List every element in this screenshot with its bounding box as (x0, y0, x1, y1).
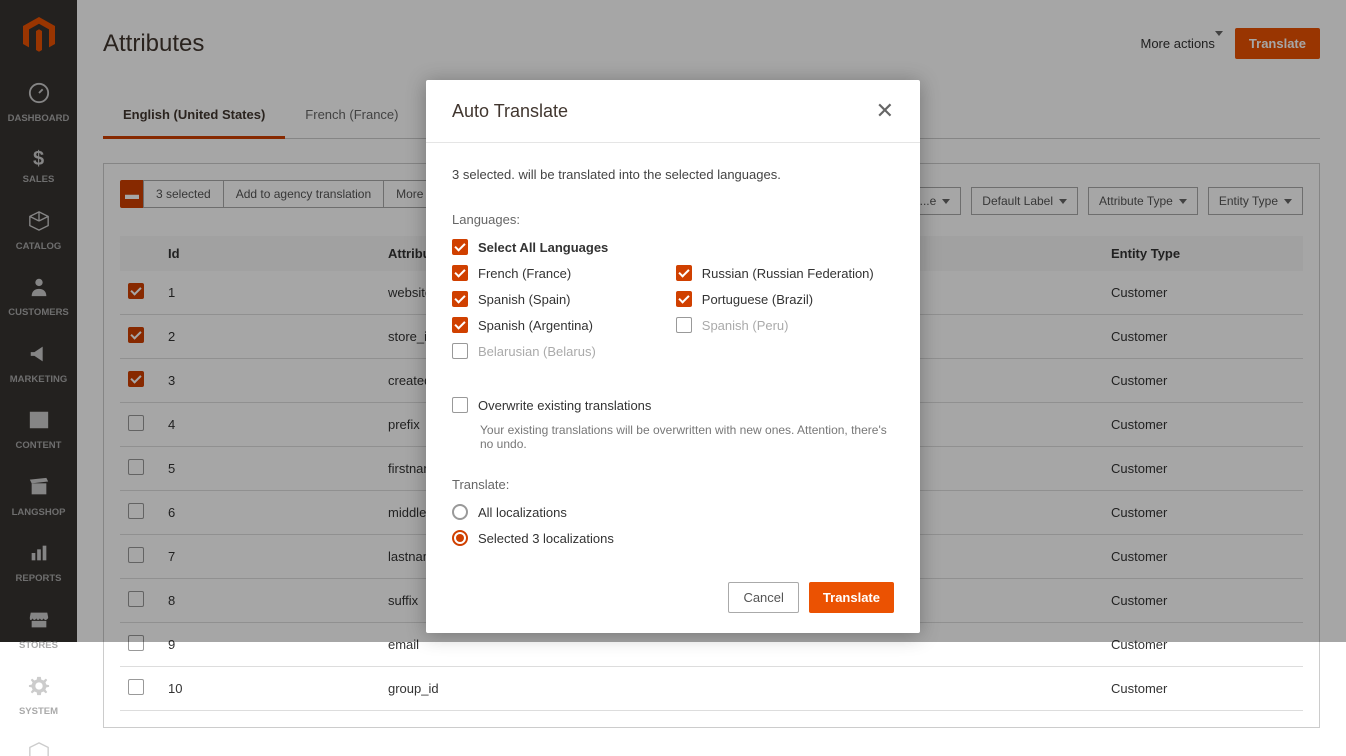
select-all-label: Select All Languages (478, 240, 608, 255)
modal-title: Auto Translate (452, 101, 568, 122)
cancel-button[interactable]: Cancel (728, 582, 798, 613)
language-label: Spanish (Peru) (702, 318, 789, 333)
language-label: Portuguese (Brazil) (702, 292, 813, 307)
cell-entity: Customer (1103, 667, 1303, 711)
language-label: Belarusian (Belarus) (478, 344, 596, 359)
radio-selected-row[interactable]: Selected 3 localizations (452, 530, 894, 546)
language-option[interactable]: Portuguese (Brazil) (676, 291, 874, 307)
close-button[interactable]: ✕ (876, 98, 894, 124)
language-checkbox (452, 343, 468, 359)
language-checkbox[interactable] (452, 291, 468, 307)
cell-code: group_id (380, 667, 1103, 711)
overwrite-row[interactable]: Overwrite existing translations (452, 397, 894, 413)
auto-translate-modal: Auto Translate ✕ 3 selected. will be tra… (426, 80, 920, 633)
overwrite-checkbox[interactable] (452, 397, 468, 413)
overwrite-note: Your existing translations will be overw… (480, 423, 894, 451)
translate-radio-group: All localizations Selected 3 localizatio… (452, 504, 894, 546)
radio-selected[interactable] (452, 530, 468, 546)
language-checkbox[interactable] (676, 265, 692, 281)
language-checkbox[interactable] (452, 265, 468, 281)
language-label: Spanish (Spain) (478, 292, 571, 307)
radio-all[interactable] (452, 504, 468, 520)
radio-selected-label: Selected 3 localizations (478, 531, 614, 546)
language-option[interactable]: Spanish (Spain) (452, 291, 596, 307)
table-row[interactable]: 10 group_id Customer (120, 667, 1303, 711)
radio-all-row[interactable]: All localizations (452, 504, 894, 520)
select-all-checkbox[interactable] (452, 239, 468, 255)
modal-message: 3 selected. will be translated into the … (452, 167, 894, 182)
modal-header: Auto Translate ✕ (426, 80, 920, 143)
language-label: French (France) (478, 266, 571, 281)
language-option: Spanish (Peru) (676, 317, 874, 333)
language-option[interactable]: Russian (Russian Federation) (676, 265, 874, 281)
select-all-row[interactable]: Select All Languages (452, 239, 894, 255)
language-label: Russian (Russian Federation) (702, 266, 874, 281)
overwrite-label: Overwrite existing translations (478, 398, 651, 413)
language-option[interactable]: Spanish (Argentina) (452, 317, 596, 333)
translate-section-label: Translate: (452, 477, 894, 492)
radio-all-label: All localizations (478, 505, 567, 520)
row-checkbox[interactable] (128, 679, 144, 695)
language-checkbox[interactable] (676, 291, 692, 307)
cell-id: 10 (160, 667, 380, 711)
modal-footer: Cancel Translate (426, 566, 920, 633)
language-option: Belarusian (Belarus) (452, 343, 596, 359)
language-grid: French (France) Spanish (Spain) Spanish (A… (452, 265, 894, 369)
modal-body: 3 selected. will be translated into the … (426, 143, 920, 566)
language-option[interactable]: French (France) (452, 265, 596, 281)
language-label: Spanish (Argentina) (478, 318, 593, 333)
languages-label: Languages: (452, 212, 894, 227)
language-checkbox[interactable] (452, 317, 468, 333)
modal-translate-button[interactable]: Translate (809, 582, 894, 613)
language-checkbox (676, 317, 692, 333)
